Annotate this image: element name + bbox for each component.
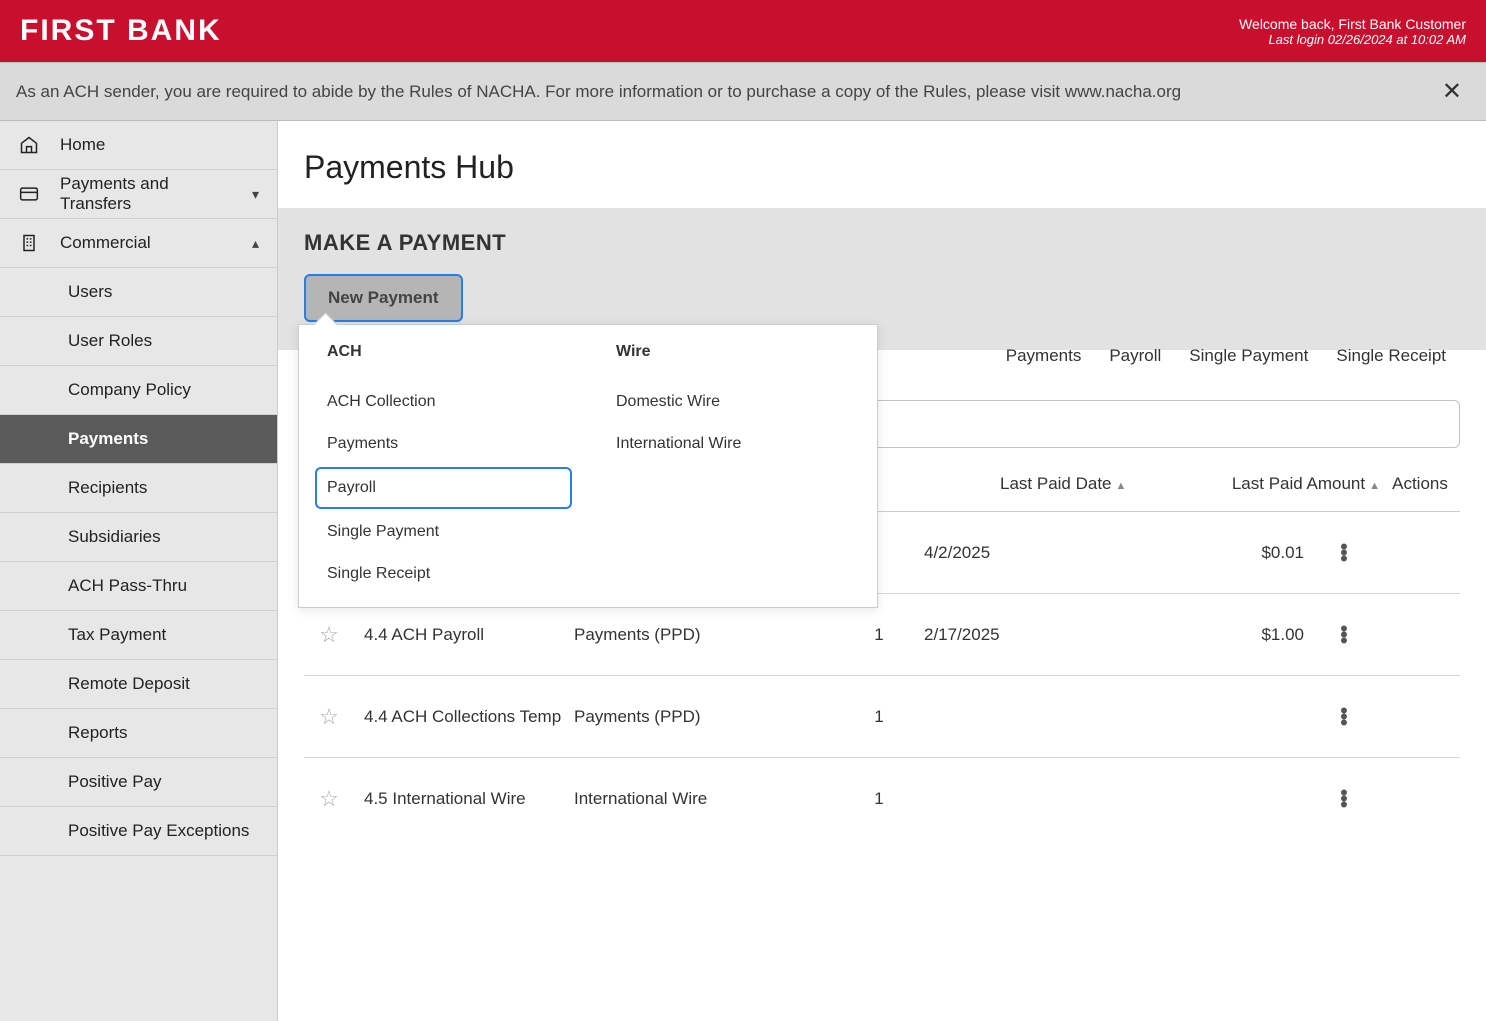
sidebar-item-recipients[interactable]: Recipients	[0, 464, 277, 513]
dropdown-heading-ach: ACH	[327, 343, 560, 361]
main-content: Payments Hub MAKE A PAYMENT New Payment …	[278, 121, 1486, 1021]
last-login-text: Last login 02/26/2024 at 10:02 AM	[1239, 32, 1466, 47]
cell-date: 4/2/2025	[924, 543, 1094, 563]
sidebar-item-payments-transfers[interactable]: Payments and Transfers ▾	[0, 170, 277, 219]
cell-count: 1	[844, 625, 924, 645]
make-payment-heading: MAKE A PAYMENT	[304, 230, 1460, 256]
dropdown-item-international-wire[interactable]: International Wire	[616, 423, 849, 465]
dropdown-item-payroll[interactable]: Payroll	[315, 467, 572, 509]
sort-icon: ▲	[1116, 480, 1127, 492]
sidebar-item-home[interactable]: Home	[0, 121, 277, 170]
row-actions-menu[interactable]: •••	[1314, 790, 1374, 808]
filter-chip-payroll[interactable]: Payroll	[1109, 346, 1161, 366]
chevron-up-icon: ▴	[252, 235, 259, 252]
cell-name: 4.5 International Wire	[364, 789, 574, 809]
page-title: Payments Hub	[278, 121, 1486, 208]
cell-date: 2/17/2025	[924, 625, 1094, 645]
close-icon[interactable]: ✕	[1434, 77, 1470, 106]
sidebar-item-remote-deposit[interactable]: Remote Deposit	[0, 660, 277, 709]
cell-name: 4.4 ACH Payroll	[364, 625, 574, 645]
sidebar-item-tax-payment[interactable]: Tax Payment	[0, 611, 277, 660]
star-icon[interactable]: ☆	[319, 622, 339, 647]
sidebar-item-label: Home	[60, 135, 259, 155]
sidebar: Home Payments and Transfers ▾ Commercial…	[0, 121, 278, 1021]
welcome-block: Welcome back, First Bank Customer Last l…	[1239, 16, 1466, 47]
cell-amount: $1.00	[1094, 625, 1314, 645]
dropdown-column-ach: ACH ACH Collection Payments Payroll Sing…	[299, 343, 588, 595]
chevron-down-icon: ▾	[252, 186, 259, 203]
sidebar-item-company-policy[interactable]: Company Policy	[0, 366, 277, 415]
sidebar-item-payments[interactable]: Payments	[0, 415, 277, 464]
cell-amount: $0.01	[1094, 543, 1314, 563]
dropdown-column-wire: Wire Domestic Wire International Wire	[588, 343, 877, 595]
dropdown-item-ach-collection[interactable]: ACH Collection	[327, 381, 560, 423]
row-actions-menu[interactable]: •••	[1314, 626, 1374, 644]
cell-type: Payments (PPD)	[574, 625, 844, 645]
dropdown-item-domestic-wire[interactable]: Domestic Wire	[616, 381, 849, 423]
top-bar: FIRST BANK Welcome back, First Bank Cust…	[0, 0, 1486, 62]
cell-count: 1	[844, 789, 924, 809]
filter-chip-payments[interactable]: Payments	[1006, 346, 1082, 366]
row-actions-menu[interactable]: •••	[1314, 544, 1374, 562]
notice-banner: As an ACH sender, you are required to ab…	[0, 62, 1486, 121]
sidebar-item-label: Payments and Transfers	[60, 174, 232, 214]
column-header-last-paid-amount[interactable]: Last Paid Amount▲	[1170, 474, 1390, 494]
column-header-actions: Actions	[1390, 474, 1460, 494]
sidebar-item-users[interactable]: Users	[0, 268, 277, 317]
building-icon	[18, 232, 40, 254]
sort-icon: ▲	[1369, 480, 1380, 492]
brand-logo: FIRST BANK	[20, 14, 222, 48]
sidebar-item-positive-pay[interactable]: Positive Pay	[0, 758, 277, 807]
notice-text: As an ACH sender, you are required to ab…	[16, 82, 1181, 102]
star-icon[interactable]: ☆	[319, 704, 339, 729]
sidebar-item-label: Commercial	[60, 233, 232, 253]
home-icon	[18, 134, 40, 156]
sidebar-item-subsidiaries[interactable]: Subsidiaries	[0, 513, 277, 562]
cell-type: International Wire	[574, 789, 844, 809]
dropdown-item-payments[interactable]: Payments	[327, 423, 560, 465]
row-actions-menu[interactable]: •••	[1314, 708, 1374, 726]
welcome-text: Welcome back, First Bank Customer	[1239, 16, 1466, 32]
card-icon	[18, 183, 40, 205]
sidebar-item-ach-pass-thru[interactable]: ACH Pass-Thru	[0, 562, 277, 611]
cell-type: Payments (PPD)	[574, 707, 844, 727]
dropdown-item-single-receipt[interactable]: Single Receipt	[327, 553, 560, 595]
sidebar-item-commercial[interactable]: Commercial ▴	[0, 219, 277, 268]
new-payment-dropdown: ACH ACH Collection Payments Payroll Sing…	[298, 324, 878, 608]
dropdown-item-single-payment[interactable]: Single Payment	[327, 511, 560, 553]
table-row: ☆ 4.4 ACH Collections Temp Payments (PPD…	[304, 676, 1460, 758]
cell-count: 1	[844, 707, 924, 727]
sidebar-item-reports[interactable]: Reports	[0, 709, 277, 758]
sidebar-item-user-roles[interactable]: User Roles	[0, 317, 277, 366]
filter-chip-single-payment[interactable]: Single Payment	[1189, 346, 1308, 366]
table-row: ☆ 4.5 International Wire International W…	[304, 758, 1460, 840]
star-icon[interactable]: ☆	[319, 786, 339, 811]
filter-chip-single-receipt[interactable]: Single Receipt	[1336, 346, 1446, 366]
cell-name: 4.4 ACH Collections Temp	[364, 707, 574, 727]
column-header-last-paid-date[interactable]: Last Paid Date▲	[1000, 474, 1170, 494]
dropdown-heading-wire: Wire	[616, 343, 849, 361]
sidebar-item-positive-pay-exceptions[interactable]: Positive Pay Exceptions	[0, 807, 277, 856]
